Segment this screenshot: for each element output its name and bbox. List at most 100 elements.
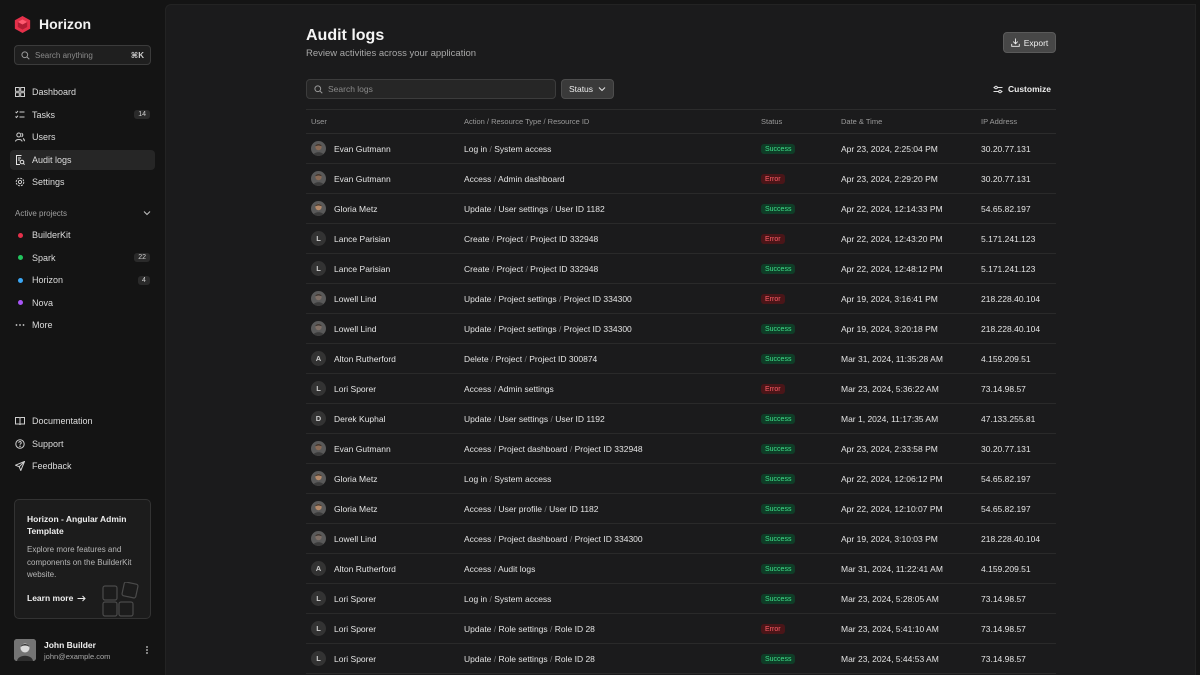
table-row[interactable]: Evan Gutmann Log in / System access Succes…	[306, 134, 1056, 164]
table-row[interactable]: L Lori Sporer Update / Role settings / Rol…	[306, 614, 1056, 644]
table-row[interactable]: Gloria Metz Access / User profile / User …	[306, 494, 1056, 524]
learn-more-link[interactable]: Learn more	[27, 593, 87, 603]
nav-item-feedback[interactable]: Feedback	[10, 456, 155, 476]
brand[interactable]: Horizon	[14, 14, 91, 34]
user-name: Evan Gutmann	[334, 173, 391, 184]
table-row[interactable]: Evan Gutmann Access / Admin dashboard Erro…	[306, 164, 1056, 194]
cell-ip: 73.14.98.57	[981, 593, 1026, 604]
status-badge: Error	[761, 234, 785, 245]
table-row[interactable]: Lowell Lind Update / Project settings / P…	[306, 284, 1056, 314]
nav-item-audit-logs[interactable]: Audit logs	[10, 149, 155, 170]
project-item-nova[interactable]: Nova	[10, 293, 155, 313]
status-filter-label: Status	[568, 84, 594, 94]
cell-action: Access / Audit logs	[464, 563, 536, 574]
dashboard-icon	[15, 87, 25, 97]
horizon-logo-icon	[14, 15, 31, 33]
action-type: Access	[464, 173, 492, 184]
table-row[interactable]: L Lance Parisian Create / Project / Projec…	[306, 254, 1056, 284]
user-email: john@example.com	[44, 651, 111, 661]
support-icon	[15, 438, 25, 449]
nav-item-settings[interactable]: Settings	[10, 172, 155, 192]
column-user[interactable]: User	[306, 117, 460, 126]
user-name: Lance Parisian	[334, 263, 391, 274]
column-action[interactable]: Action / Resource Type / Resource ID	[460, 117, 756, 126]
user-avatar-initial: A	[311, 351, 326, 366]
customize-button[interactable]: Customize	[993, 82, 1051, 96]
nav-item-label: Dashboard	[32, 87, 77, 97]
project-label: Spark	[32, 252, 56, 263]
cell-date: Apr 22, 2024, 12:14:33 PM	[841, 203, 943, 214]
cell-ip: 30.20.77.131	[981, 143, 1031, 154]
status-badge: Success	[761, 654, 796, 665]
cell-user: L Lori Sporer	[306, 651, 460, 666]
nav-item-support[interactable]: Support	[10, 434, 155, 454]
user-avatar-initial: L	[311, 621, 326, 636]
project-item-spark[interactable]: Spark 22	[10, 248, 155, 268]
cell-action: Update / User settings / User ID 1182	[464, 203, 605, 214]
cell-action: Update / Role settings / Role ID 28	[464, 623, 595, 634]
cell-action: Create / Project / Project ID 332948	[464, 233, 599, 244]
resource-type: Project settings	[498, 323, 557, 334]
user-avatar-initial: L	[311, 261, 326, 276]
table-row[interactable]: Lowell Lind Update / Project settings / P…	[306, 314, 1056, 344]
more-projects[interactable]: More	[10, 315, 155, 335]
project-dot-icon	[15, 275, 25, 285]
table-row[interactable]: L Lori Sporer Access / Admin settings Error…	[306, 374, 1056, 404]
search-icon	[21, 50, 30, 60]
cell-user: D Derek Kuphal	[306, 411, 460, 426]
cell-ip: 54.65.82.197	[981, 503, 1031, 514]
table-row[interactable]: D Derek Kuphal Update / User settings / Us…	[306, 404, 1056, 434]
table-row[interactable]: Gloria Metz Update / User settings / User…	[306, 194, 1056, 224]
user-name: Lori Sporer	[334, 623, 377, 634]
cell-date: Apr 22, 2024, 12:10:07 PM	[841, 503, 943, 514]
status-badge: Error	[761, 624, 785, 635]
active-projects-header[interactable]: Active projects	[15, 207, 151, 219]
export-button[interactable]: Export	[1003, 32, 1056, 53]
table-row[interactable]: Gloria Metz Log in / System access Success…	[306, 464, 1056, 494]
column-ip[interactable]: IP Address	[976, 117, 1056, 126]
cell-ip: 54.65.82.197	[981, 473, 1031, 484]
cell-status: Error	[756, 293, 836, 305]
cell-user: Lowell Lind	[306, 531, 460, 546]
table-row[interactable]: A Alton Rutherford Delete / Project / Proj…	[306, 344, 1056, 374]
table-row[interactable]: L Lori Sporer Update / Role settings / Rol…	[306, 644, 1056, 674]
user-name: Lori Sporer	[334, 593, 377, 604]
table-row[interactable]: Evan Gutmann Access / Project dashboard /…	[306, 434, 1056, 464]
cell-date: Mar 31, 2024, 11:35:28 AM	[841, 353, 943, 364]
resource-id: User ID 1192	[555, 413, 605, 424]
status-badge: Success	[761, 204, 796, 215]
user-avatar-initial: L	[311, 381, 326, 396]
table-row[interactable]: Lowell Lind Access / Project dashboard / …	[306, 524, 1056, 554]
table-row[interactable]: L Lori Sporer Log in / System access Succes…	[306, 584, 1056, 614]
cell-action: Log in / System access	[464, 143, 552, 154]
user-avatar-initial: L	[311, 651, 326, 666]
cell-date: Apr 22, 2024, 12:43:20 PM	[841, 233, 943, 244]
nav-item-users[interactable]: Users	[10, 127, 155, 147]
status-filter-dropdown[interactable]: Status	[561, 79, 614, 99]
project-item-builderkit[interactable]: BuilderKit	[10, 225, 155, 245]
user-avatar-photo	[311, 171, 326, 186]
cell-date: Apr 19, 2024, 3:20:18 PM	[841, 323, 938, 334]
project-item-horizon[interactable]: Horizon 4	[10, 270, 155, 290]
status-badge: Error	[761, 294, 785, 305]
more-vertical-icon[interactable]	[143, 645, 151, 655]
status-badge: Success	[761, 144, 796, 155]
nav-item-dashboard[interactable]: Dashboard	[10, 82, 155, 102]
table-row[interactable]: L Lance Parisian Create / Project / Projec…	[306, 224, 1056, 254]
resource-id: Project ID 332948	[530, 263, 599, 274]
current-user[interactable]: John Builder john@example.com	[14, 639, 151, 661]
search-logs-input[interactable]: Search logs	[306, 79, 556, 99]
cell-user: Gloria Metz	[306, 471, 460, 486]
table-row[interactable]: A Alton Rutherford Access / Audit logs Succ…	[306, 554, 1056, 584]
global-search-input[interactable]: Search anything ⌘K	[14, 45, 151, 65]
nav-item-tasks[interactable]: Tasks 14	[10, 105, 155, 125]
action-type: Update	[464, 323, 492, 334]
search-shortcut: ⌘K	[130, 50, 144, 60]
nav-item-documentation[interactable]: Documentation	[10, 411, 155, 431]
column-status[interactable]: Status	[756, 117, 836, 126]
cell-ip: 218.228.40.104	[981, 293, 1041, 304]
user-name: Alton Rutherford	[334, 353, 396, 364]
resource-id: Role ID 28	[554, 623, 595, 634]
cell-action: Access / User profile / User ID 1182	[464, 503, 599, 514]
column-date[interactable]: Date & Time	[836, 117, 976, 126]
